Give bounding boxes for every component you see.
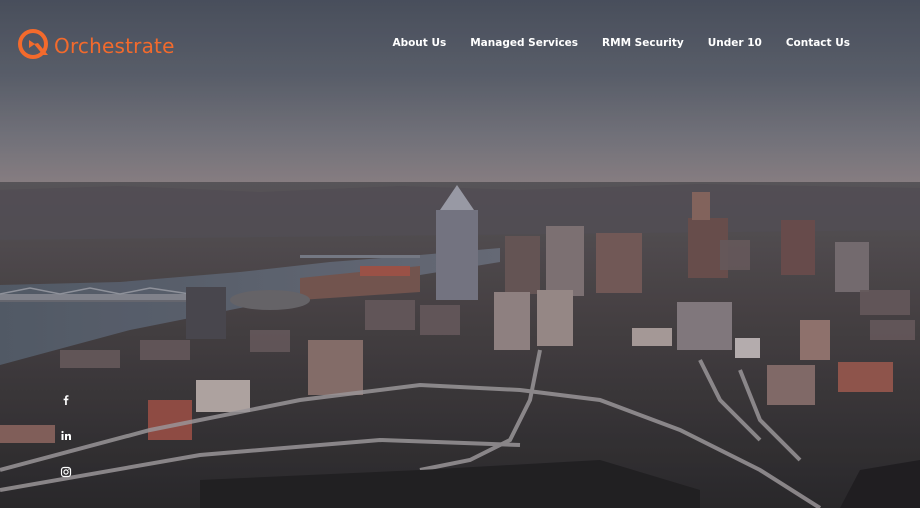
nav-contact-us[interactable]: Contact Us <box>786 36 850 50</box>
orchestrate-logo-icon <box>17 27 51 65</box>
social-links <box>58 392 74 500</box>
brand-logo[interactable]: Orchestrate <box>17 27 175 65</box>
nav-under-10[interactable]: Under 10 <box>708 36 762 50</box>
nav-about-us[interactable]: About Us <box>392 36 446 50</box>
linkedin-icon[interactable] <box>58 428 74 444</box>
main-nav: About Us Managed Services RMM Security U… <box>368 36 850 50</box>
aerial-city-image <box>0 0 920 508</box>
nav-managed-services[interactable]: Managed Services <box>470 36 578 50</box>
facebook-icon[interactable] <box>58 392 74 408</box>
instagram-icon[interactable] <box>58 464 74 480</box>
nav-rmm-security[interactable]: RMM Security <box>602 36 684 50</box>
hero-background <box>0 0 920 508</box>
brand-name: Orchestrate <box>54 34 175 58</box>
